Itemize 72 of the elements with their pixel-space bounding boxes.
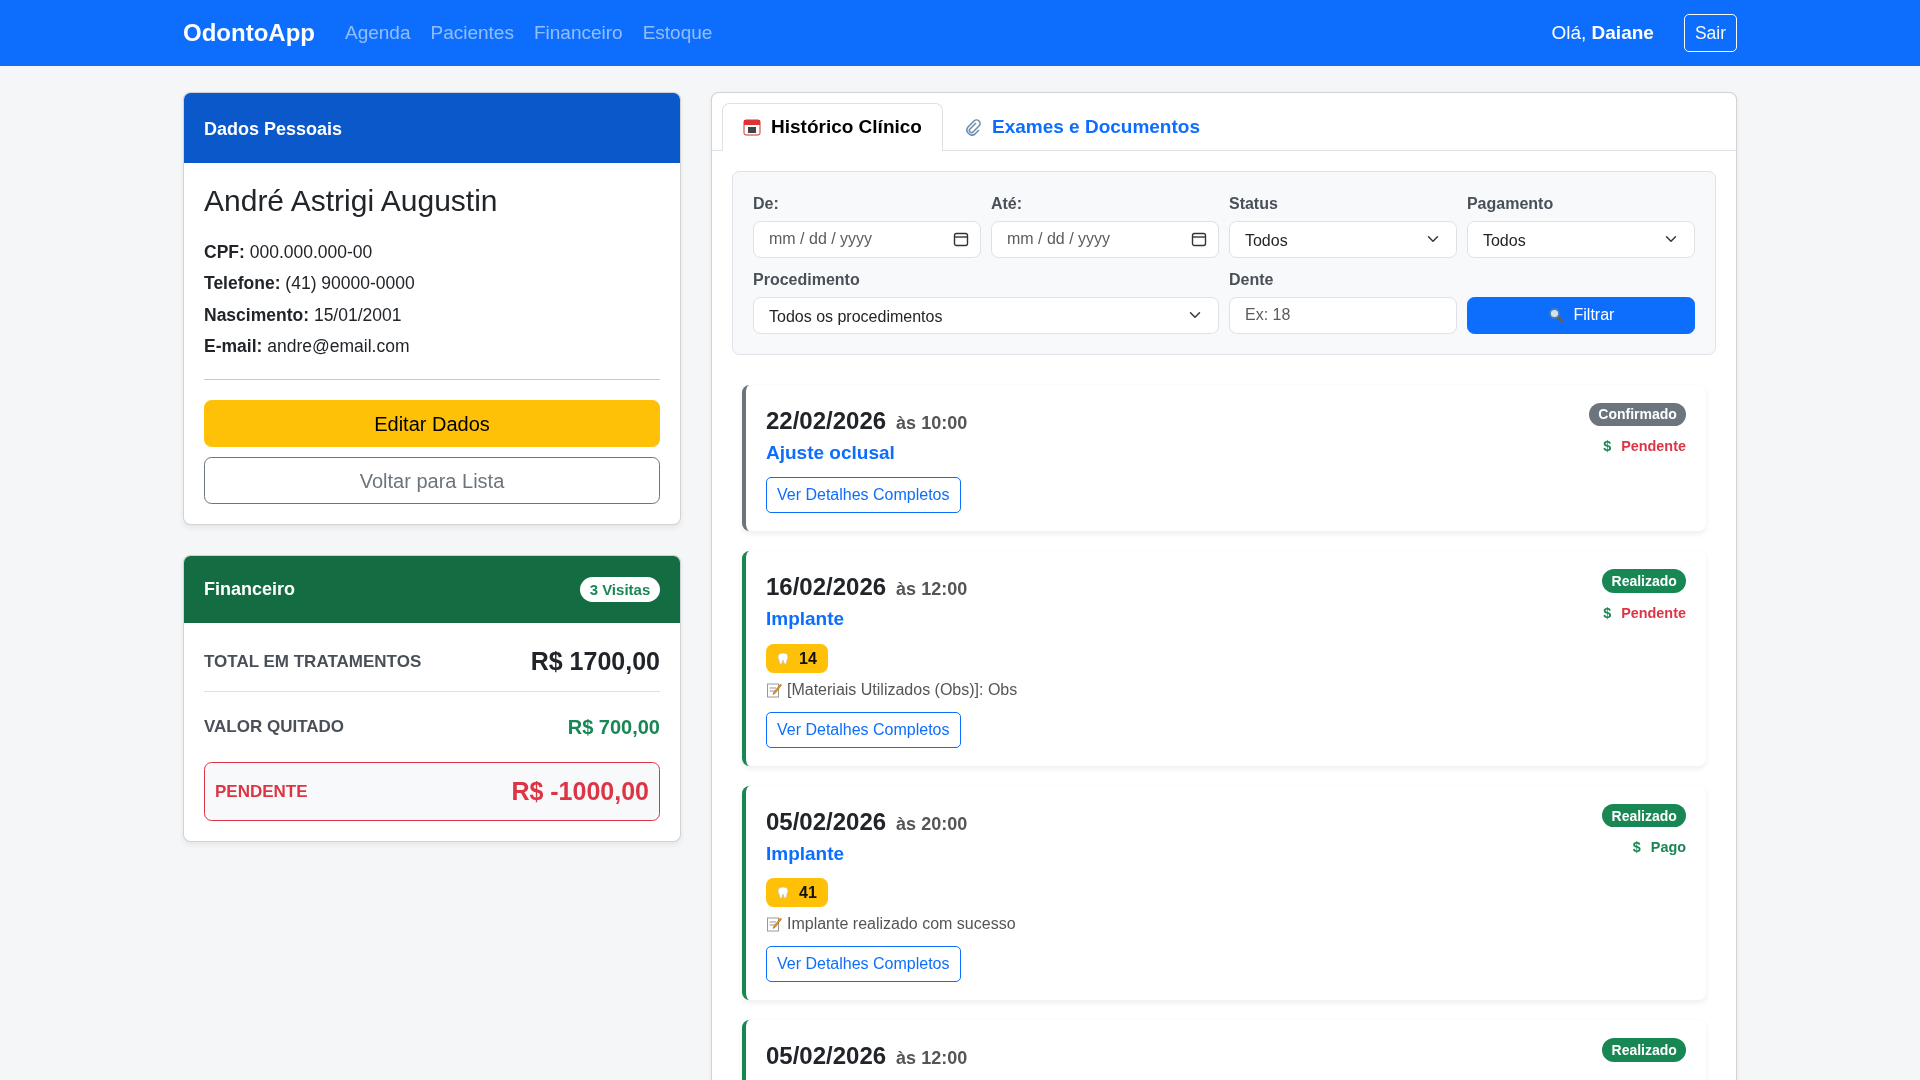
status-badge: Realizado: [1602, 1038, 1686, 1063]
note-icon: [766, 916, 782, 933]
status-badge: Realizado: [1602, 569, 1686, 593]
date-field[interactable]: mm / dd / yyyy: [753, 220, 981, 258]
total-value: R$ 1700,00: [530, 646, 660, 677]
select-field[interactable]: Todos os procedimentos: [753, 296, 1219, 334]
paid-value: R$ 700,00: [567, 714, 660, 740]
details-button[interactable]: Ver Detalhes Completos: [766, 946, 961, 983]
paid-label: VALOR QUITADO: [204, 715, 345, 738]
select-field[interactable]: Todos: [1466, 220, 1695, 258]
greeting-text: Olá, Daiane: [1551, 20, 1654, 45]
payment-status: $ Pendente: [1603, 603, 1686, 623]
info-field: E-mail: andre@email.com: [204, 332, 660, 359]
entry-date: 16/02/2026: [766, 572, 887, 602]
details-button[interactable]: Ver Detalhes Completos: [766, 711, 961, 748]
filter-button[interactable]: Filtrar: [1466, 296, 1695, 334]
procedure-name: Ajuste oclusal: [766, 440, 896, 465]
note-text: [Materiais Utilizados (Obs)]: Obs: [787, 679, 1018, 700]
payment-status: $ Pendente: [1603, 437, 1686, 457]
total-label: TOTAL EM TRATAMENTOS: [204, 651, 422, 673]
edit-button[interactable]: Editar Dados: [204, 400, 660, 447]
calendar-icon: [743, 118, 761, 137]
payment-status: $ Pago: [1632, 838, 1686, 858]
search-icon: [1547, 307, 1564, 323]
tooth-number: 41: [799, 883, 817, 903]
entry-date: 22/02/2026: [766, 405, 887, 436]
card-title: Dados Pessoais: [204, 119, 343, 139]
field-label: Status: [1228, 193, 1279, 214]
date-field[interactable]: mm / dd / yyyy: [990, 220, 1219, 258]
card-title: Financeiro: [204, 578, 296, 601]
visits-badge: 3 Visitas: [579, 576, 660, 603]
patient-name: André Astrigi Augustin: [204, 183, 499, 219]
entry-time: às 10:00: [896, 411, 968, 435]
field-label: Procedimento: [753, 269, 861, 290]
entry-time: às 12:00: [896, 578, 968, 601]
entry-date: 05/02/2026: [766, 1041, 887, 1072]
tooth-icon: [777, 651, 789, 665]
calendar-icon: [1190, 231, 1207, 247]
field-label: Até:: [990, 193, 1024, 214]
info-field: CPF: 000.000.000-00: [204, 239, 660, 266]
procedure-name: Implante: [766, 607, 846, 631]
field-label: Dente: [1228, 269, 1275, 290]
nav-link[interactable]: Pacientes: [430, 18, 514, 48]
info-field: Nascimento: 15/01/2001: [204, 301, 660, 328]
tooth-icon: [777, 886, 789, 900]
status-badge: Realizado: [1602, 803, 1686, 828]
tooth-number: 14: [799, 648, 817, 668]
entry-time: às 12:00: [896, 1047, 968, 1071]
nav-link[interactable]: Financeiro: [533, 18, 623, 48]
field-label: De:: [753, 193, 780, 214]
nav-link[interactable]: Agenda: [344, 18, 411, 48]
note-icon: [766, 681, 782, 698]
tooth-field[interactable]: Ex: 18: [1228, 296, 1457, 334]
note-text: Implante realizado com sucesso: [787, 914, 1016, 935]
paperclip-icon: [963, 118, 982, 137]
field-label: Pagamento: [1466, 193, 1555, 214]
details-button[interactable]: Ver Detalhes Completos: [766, 477, 961, 513]
brand-logo[interactable]: OdontoApp: [183, 15, 315, 51]
nav-link[interactable]: Estoque: [642, 18, 713, 48]
procedure-name: Implante: [766, 841, 846, 866]
entry-time: às 20:00: [896, 812, 968, 836]
entry-date: 05/02/2026: [766, 806, 887, 837]
calendar-icon: [952, 231, 969, 247]
status-badge: Confirmado: [1589, 402, 1686, 427]
logout-button[interactable]: Sair: [1683, 13, 1737, 53]
tab[interactable]: Exames e Documentos: [942, 103, 1221, 151]
pending-label: PENDENTE: [215, 780, 308, 803]
pending-value: R$ -1000,00: [511, 775, 649, 807]
back-button[interactable]: Voltar para Lista: [204, 457, 660, 504]
select-field[interactable]: Todos: [1228, 220, 1457, 258]
tab[interactable]: Histórico Clínico: [722, 103, 943, 151]
info-field: Telefone: (41) 90000-0000: [204, 270, 660, 297]
